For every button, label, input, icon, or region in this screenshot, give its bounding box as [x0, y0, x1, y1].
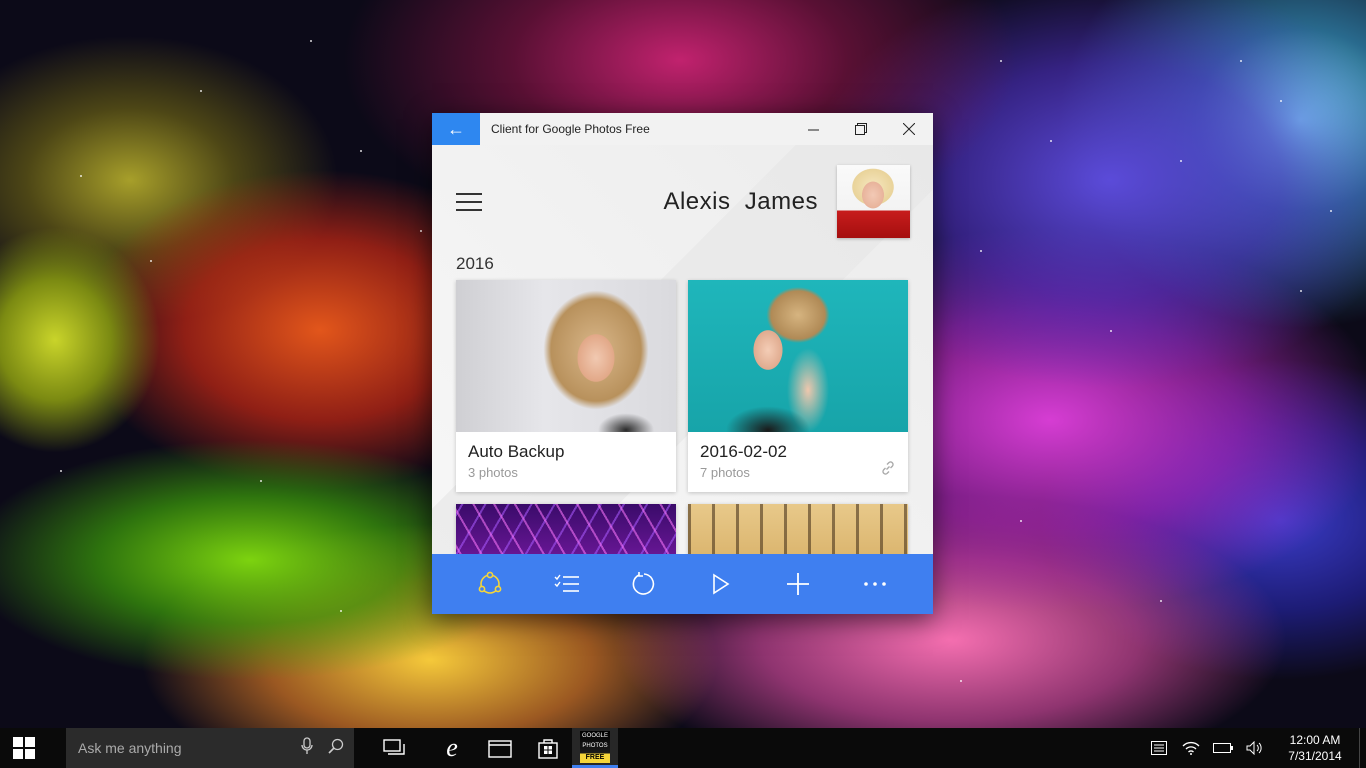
play-icon: [713, 573, 730, 595]
album-card[interactable]: [456, 504, 676, 554]
app-logo-text: FREE: [585, 753, 605, 761]
clock-time: 12:00 AM: [1289, 733, 1341, 747]
album-card-auto-backup[interactable]: Auto Backup 3 photos: [456, 280, 676, 492]
minimize-button[interactable]: [789, 113, 837, 145]
windows-logo-icon: [13, 737, 35, 759]
battery-icon: [1213, 743, 1233, 753]
add-icon: [786, 573, 809, 595]
select-button[interactable]: [543, 560, 591, 608]
title-bar: ← Client for Google Photos Free: [432, 113, 933, 145]
clock[interactable]: 12:00 AM 7/31/2014: [1271, 732, 1359, 764]
task-view-button[interactable]: [370, 728, 418, 768]
hamburger-line: [456, 193, 482, 195]
store-button[interactable]: [524, 728, 572, 768]
wifi-icon: [1182, 741, 1200, 755]
album-title: Auto Backup: [468, 442, 565, 461]
more-icon: [863, 582, 886, 586]
album-card[interactable]: [688, 504, 908, 554]
album-count: 7 photos: [700, 465, 750, 480]
restore-button[interactable]: [837, 113, 885, 145]
album-card-2016-02-02[interactable]: 2016-02-02 7 photos: [688, 280, 908, 492]
back-button[interactable]: ←: [432, 113, 480, 145]
search-icon[interactable]: [328, 738, 344, 759]
select-list-icon: [554, 574, 580, 592]
start-button[interactable]: [0, 728, 48, 768]
hamburger-line: [456, 201, 482, 203]
taskbar: e GOOGLE PHOTOS FREE 12:00 AM 7/31/2014: [0, 728, 1366, 768]
minimize-icon: [807, 129, 819, 130]
share-button[interactable]: [466, 560, 514, 608]
refresh-icon: [632, 572, 655, 595]
link-icon: [880, 460, 896, 480]
store-bag-icon: [538, 739, 558, 759]
taskbar-search-box[interactable]: [66, 728, 354, 768]
show-desktop-button[interactable]: [1359, 728, 1366, 768]
microphone-icon[interactable]: [300, 736, 314, 760]
play-button[interactable]: [697, 560, 745, 608]
volume-button[interactable]: [1239, 728, 1271, 768]
main-content: Alexis James 2016 Auto Backup 3 photos 2…: [432, 145, 933, 554]
arrow-left-icon: ←: [447, 118, 465, 139]
system-tray: 12:00 AM 7/31/2014: [1143, 728, 1366, 768]
album-thumbnail: [688, 504, 908, 554]
app-logo-text: PHOTOS: [582, 743, 608, 749]
app-logo-text: GOOGLE: [581, 732, 608, 739]
google-photos-app-icon: GOOGLE PHOTOS FREE: [580, 730, 610, 763]
action-center-button[interactable]: [1143, 728, 1175, 768]
year-heading: 2016: [456, 254, 494, 273]
google-photos-app-button[interactable]: GOOGLE PHOTOS FREE: [572, 728, 618, 768]
folder-icon: [488, 740, 512, 758]
user-name: Alexis James: [663, 188, 818, 215]
internet-explorer-icon: e: [446, 733, 458, 762]
internet-explorer-button[interactable]: e: [428, 728, 476, 768]
notification-icon: [1151, 741, 1167, 755]
album-thumbnail: [456, 280, 676, 432]
album-title: 2016-02-02: [700, 442, 787, 461]
share-circle-icon: [479, 571, 502, 594]
bottom-app-bar: [432, 554, 933, 614]
refresh-button[interactable]: [620, 560, 668, 608]
close-icon: [903, 123, 915, 135]
hamburger-line: [456, 209, 482, 211]
task-view-icon: [383, 739, 405, 755]
close-button[interactable]: [885, 113, 933, 145]
battery-button[interactable]: [1207, 728, 1239, 768]
avatar[interactable]: [837, 165, 910, 238]
more-button[interactable]: [851, 560, 899, 608]
album-thumbnail: [688, 280, 908, 432]
add-button[interactable]: [774, 560, 822, 608]
hamburger-menu-button[interactable]: [456, 193, 482, 211]
album-thumbnail: [456, 504, 676, 554]
album-count: 3 photos: [468, 465, 518, 480]
search-input[interactable]: [76, 739, 286, 757]
volume-icon: [1246, 741, 1262, 755]
window-title: Client for Google Photos Free: [491, 122, 650, 136]
file-explorer-button[interactable]: [476, 728, 524, 768]
app-window: ← Client for Google Photos Free Alexis J…: [432, 113, 933, 614]
clock-date: 7/31/2014: [1288, 749, 1342, 763]
restore-icon: [855, 123, 867, 135]
wifi-button[interactable]: [1175, 728, 1207, 768]
